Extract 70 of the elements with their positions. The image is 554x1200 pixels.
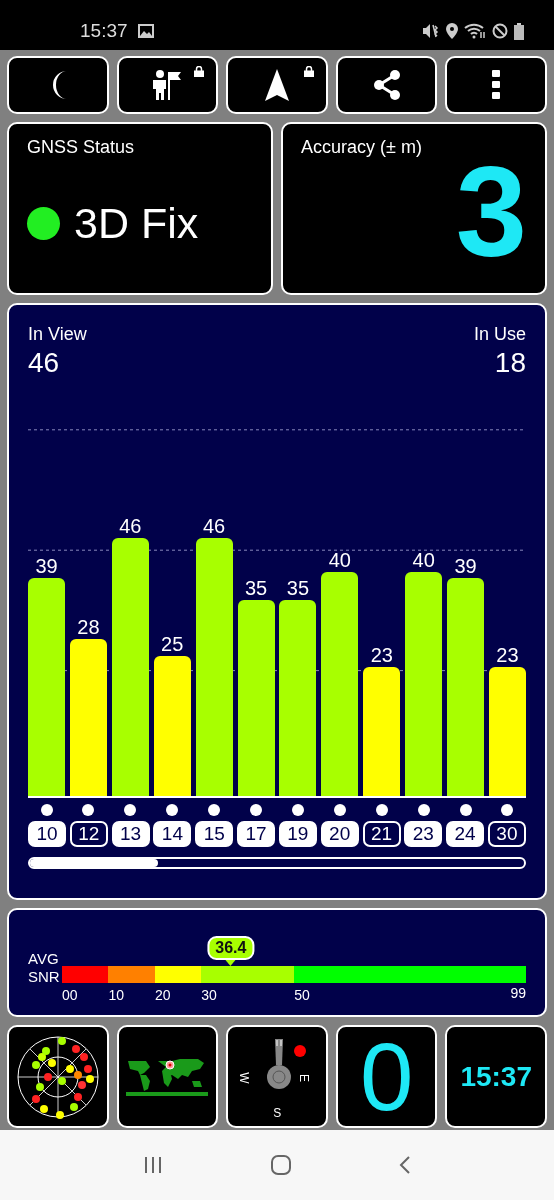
sky-plot-button[interactable] xyxy=(7,1025,109,1128)
back-icon[interactable] xyxy=(398,1155,411,1175)
location-icon xyxy=(446,23,458,39)
scale-tick: 10 xyxy=(108,987,124,1003)
value-label: 28 xyxy=(77,615,100,640)
compass-needle-icon xyxy=(266,1039,293,1091)
avg-label: AVG xyxy=(28,950,60,968)
value-label: 39 xyxy=(35,553,58,578)
compass-east: E xyxy=(295,1074,312,1082)
mute-vibrate-icon xyxy=(422,23,440,39)
image-icon xyxy=(137,24,154,38)
scale-tick: 00 xyxy=(62,987,78,1003)
person-flag-icon xyxy=(152,70,183,100)
blocked-icon xyxy=(492,23,508,39)
satellite-tag: 17 xyxy=(237,821,276,847)
satellite-tag: 13 xyxy=(111,821,150,847)
value-label: 46 xyxy=(119,514,142,539)
clock-button[interactable]: 15:37 xyxy=(445,1025,547,1128)
in-view-label: In View xyxy=(28,323,87,346)
in-view-count: 46 xyxy=(28,348,61,378)
scale-tick: 99 xyxy=(510,984,526,1003)
value-label: 35 xyxy=(286,576,310,600)
satellite-tag: 23 xyxy=(404,821,443,847)
position-dot-icon xyxy=(293,1045,306,1057)
satellite-tag: 14 xyxy=(153,821,192,847)
more-button[interactable] xyxy=(445,56,547,114)
satellite-tag: 19 xyxy=(278,821,317,847)
value-label: 40 xyxy=(328,548,351,572)
snr-label: SNR xyxy=(28,968,61,986)
card-title: Accuracy (± m) xyxy=(301,136,423,159)
scale-tick: 20 xyxy=(154,987,171,1003)
satellite-tag: 20 xyxy=(320,821,359,847)
value-label: 35 xyxy=(244,576,268,600)
satellite-tag: 30 xyxy=(487,821,526,847)
value-label: 23 xyxy=(370,643,393,668)
in-use-label: In Use xyxy=(473,323,526,346)
compass-south: S xyxy=(273,1105,282,1122)
satellite-tag: 15 xyxy=(195,821,234,847)
world-map-button[interactable] xyxy=(116,1025,219,1128)
compass-button[interactable]: W E S xyxy=(226,1025,328,1128)
share-button[interactable] xyxy=(335,56,438,114)
scroll-thumb[interactable] xyxy=(30,859,159,867)
satellite-tag: 12 xyxy=(69,821,108,847)
person-flag-button[interactable] xyxy=(116,56,219,114)
more-icon xyxy=(492,70,501,100)
value-label: 23 xyxy=(496,643,519,668)
satellite-tag: 21 xyxy=(362,821,401,847)
value-label: 40 xyxy=(412,548,435,572)
value-label: 46 xyxy=(203,514,226,539)
share-icon xyxy=(372,70,401,100)
value-label: 39 xyxy=(454,553,477,578)
scale-tick: 50 xyxy=(294,987,310,1003)
wifi-icon xyxy=(464,23,486,39)
battery-icon xyxy=(514,22,524,40)
compass-west: W xyxy=(235,1072,252,1084)
count-button[interactable]: 0 xyxy=(335,1025,438,1128)
card-title: GNSS Status xyxy=(27,136,136,159)
scale-tick: 30 xyxy=(201,987,217,1003)
home-icon[interactable] xyxy=(270,1154,292,1176)
recent-apps-icon[interactable] xyxy=(143,1156,164,1174)
accuracy-value: 3 xyxy=(455,157,527,267)
fix-status: 3D Fix xyxy=(74,198,199,249)
in-use-count: 18 xyxy=(494,348,526,378)
value-label: 25 xyxy=(161,632,184,656)
satellite-tag: 24 xyxy=(446,821,485,847)
arrow-button[interactable] xyxy=(226,56,328,114)
navigation-arrow-icon xyxy=(265,69,289,101)
moon-button[interactable] xyxy=(7,56,109,114)
status-time: 15:37 xyxy=(80,18,128,43)
satellite-tag: 10 xyxy=(28,821,66,847)
